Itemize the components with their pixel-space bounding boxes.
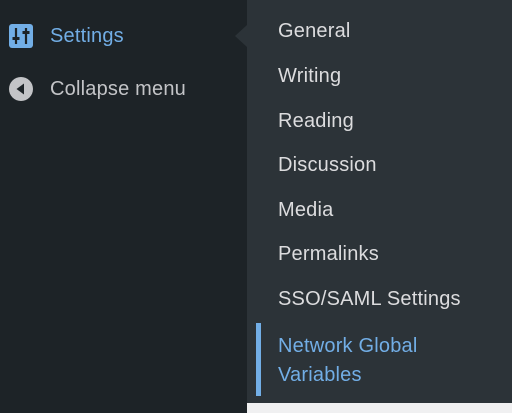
submenu-label: Discussion (278, 154, 377, 176)
submenu-label: Media (278, 199, 334, 221)
submenu-item-media[interactable]: Media (247, 199, 512, 229)
submenu-label: SSO/SAML Settings (278, 288, 461, 310)
submenu-item-general[interactable]: General (247, 20, 512, 50)
settings-submenu: General Writing Reading Discussion Media… (247, 0, 512, 403)
collapse-menu-button[interactable]: Collapse menu (0, 67, 247, 111)
current-page-indicator (256, 323, 261, 396)
submenu-item-reading[interactable]: Reading (247, 110, 512, 140)
collapse-arrow-icon (9, 77, 33, 101)
content-area-edge (247, 403, 512, 413)
submenu-label: Reading (278, 110, 354, 132)
submenu-label: Permalinks (278, 243, 379, 265)
submenu-item-sso-saml-settings[interactable]: SSO/SAML Settings (247, 288, 512, 318)
menu-label-settings: Settings (50, 24, 124, 47)
admin-screen: Settings Collapse menu General Writing R… (0, 0, 512, 413)
submenu-item-permalinks[interactable]: Permalinks (247, 243, 512, 273)
submenu-label: General (278, 20, 351, 42)
flyout-pointer (235, 25, 247, 47)
menu-item-settings[interactable]: Settings (0, 14, 247, 58)
settings-sliders-icon (9, 24, 33, 48)
admin-menu: Settings Collapse menu (0, 0, 247, 413)
submenu-label-current: Network Global Variables (278, 335, 418, 386)
submenu-label: Writing (278, 65, 342, 87)
menu-label-collapse: Collapse menu (50, 77, 187, 100)
submenu-item-discussion[interactable]: Discussion (247, 154, 512, 184)
submenu-item-writing[interactable]: Writing (247, 65, 512, 95)
submenu-item-network-global-variables[interactable]: Network Global Variables (247, 323, 512, 396)
